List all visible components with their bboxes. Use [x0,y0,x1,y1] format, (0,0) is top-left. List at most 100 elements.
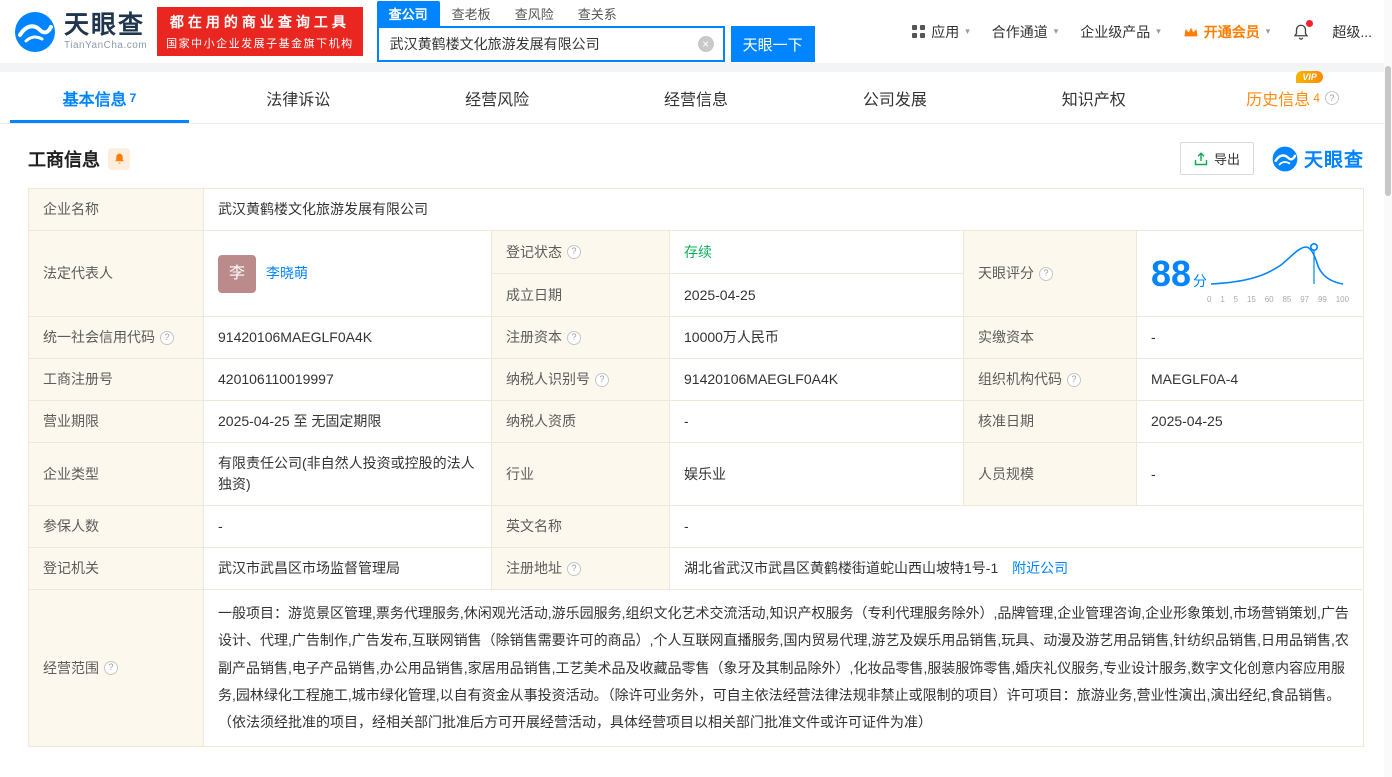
top-nav: 应用 ▾ 合作通道 ▾ 企业级产品 ▾ 开通会员 ▾ 超级... [911,19,1378,42]
nav-apps[interactable]: 应用 ▾ [911,22,970,42]
nav-open-vip[interactable]: 开通会员 ▾ [1183,22,1271,42]
info-icon[interactable]: ? [104,661,118,676]
field-value: MAEGLF0A-4 [1151,371,1239,387]
english-name-label: 英文名称 [491,505,670,548]
legal-rep-avatar[interactable]: 李 [218,254,256,293]
section-title: 工商信息 [28,149,100,170]
tianyancha-logo[interactable]: 天眼查 TianYanCha.com [14,11,147,53]
tab-history-info[interactable]: 历史信息 4 VIP ? [1193,70,1392,123]
tab-label: 公司发展 [862,91,927,109]
nav-apps-label: 应用 [931,23,960,40]
paid-capital-label: 实缴资本 [963,316,1137,359]
export-button[interactable]: 导出 [1179,142,1254,175]
field-label: 企业名称 [43,201,99,217]
field-value: 2025-04-25 [684,286,756,303]
brand-watermark: 天眼查 [1272,145,1364,172]
info-icon[interactable]: ? [160,330,174,345]
table-row: 统一社会信用代码 ? 91420106MAEGLF0A4K 注册资本 ? 100… [28,316,1364,359]
taxpayer-quality-value: - [669,400,964,443]
field-label: 行业 [506,465,534,482]
reg-authority-label: 登记机关 [28,547,204,590]
reg-address-label: 注册地址 ? [491,547,670,590]
tab-label: 经营信息 [664,91,729,109]
business-scope-value: 一般项目：游览景区管理,票务代理服务,休闲观光活动,游乐园服务,组织文化艺术交流… [203,588,1364,748]
scrollbar[interactable] [1384,0,1392,777]
field-label: 纳税人识别号 [506,371,590,387]
org-code-value: MAEGLF0A-4 [1136,358,1364,401]
credit-code-label: 统一社会信用代码 ? [28,316,204,359]
field-value: 91420106MAEGLF0A4K [684,371,839,387]
search-input[interactable] [378,28,723,60]
tab-lawsuits[interactable]: 法律诉讼 [199,72,398,123]
company-type-value: 有限责任公司(非自然人投资或控股的法人独资) [203,442,492,506]
paid-capital-value: - [1136,316,1364,359]
nav-super-vip[interactable]: 超级... [1332,22,1372,42]
reg-number-value: 420106110019997 [203,358,492,401]
info-icon[interactable]: ? [567,330,581,345]
score-chart-ticks: 0 1 5 15 60 85 97 99 100 [1207,295,1350,304]
approval-date-label: 核准日期 [963,400,1137,443]
info-icon[interactable]: ? [567,245,581,259]
nav-partner[interactable]: 合作通道 ▾ [992,22,1059,42]
info-icon[interactable]: ? [595,372,609,387]
tab-intellectual-property[interactable]: 知识产权 [994,72,1193,123]
nav-super-vip-label: 超级... [1332,23,1372,40]
field-value: 娱乐业 [684,465,726,482]
reg-authority-value: 武汉市武昌区市场监督管理局 [203,547,492,590]
nearby-companies-link[interactable]: 附近公司 [1012,560,1068,576]
info-icon[interactable]: ? [567,561,581,576]
tab-label: 知识产权 [1061,91,1126,109]
field-label: 企业类型 [43,465,99,482]
table-row: 登记机关 武汉市武昌区市场监督管理局 注册地址 ? 湖北省武汉市武昌区黄鹤楼街道… [28,547,1364,590]
nav-notifications[interactable] [1292,19,1314,41]
nav-enterprise-label: 企业级产品 [1080,23,1151,40]
tab-company-development[interactable]: 公司发展 [795,72,994,123]
english-name-value: - [669,505,1364,548]
tab-count: 7 [129,90,137,105]
credit-code-value: 91420106MAEGLF0A4K [203,316,492,359]
scrollbar-thumb[interactable] [1385,66,1391,196]
search-button[interactable]: 天眼一下 [730,26,815,62]
info-icon[interactable]: ? [1039,266,1053,281]
reg-capital-value: 10000万人民币 [669,316,964,359]
field-value: 一般项目：游览景区管理,票务代理服务,休闲观光活动,游乐园服务,组织文化艺术交流… [218,605,1349,731]
tab-operating-info[interactable]: 经营信息 [597,72,796,123]
search-tab-risk[interactable]: 查风险 [503,1,566,26]
clear-search-icon[interactable]: × [697,36,714,52]
industry-label: 行业 [491,442,670,506]
search-tab-relation[interactable]: 查关系 [566,1,629,26]
score-value: 88 分 0 1 5 15 60 85 97 99 100 [1136,230,1364,317]
export-label: 导出 [1213,152,1240,167]
legal-rep-link[interactable]: 李晓萌 [266,263,308,284]
company-type-label: 企业类型 [28,442,204,506]
subscribe-bell-icon[interactable] [108,147,130,170]
business-term-value: 2025-04-25 至 无固定期限 [203,400,492,443]
field-label: 法定代表人 [43,265,113,281]
score-unit: 分 [1193,272,1208,289]
field-label: 登记状态 [506,243,562,260]
tab-basic-info[interactable]: 基本信息 7 [0,72,199,123]
reg-capital-label: 注册资本 ? [491,316,670,359]
top-header: 天眼查 TianYanCha.com 都在用的商业查询工具 国家中小企业发展子基… [0,0,1392,63]
search-tab-company[interactable]: 查公司 [376,1,440,26]
search-tab-boss[interactable]: 查老板 [440,1,503,26]
search-tabs: 查公司 查老板 查风险 查关系 [376,1,815,26]
business-term-label: 营业期限 [28,400,204,443]
tab-count: 4 [1313,90,1320,105]
nav-enterprise[interactable]: 企业级产品 ▾ [1080,22,1161,42]
business-info-table: 企业名称 武汉黄鹤楼文化旅游发展有限公司 法定代表人 李 李晓萌 登记状态 ? … [28,188,1364,748]
field-value: 湖北省武汉市武昌区黄鹤楼街道蛇山西山坡特1号-1 [684,560,999,576]
chevron-down-icon: ▾ [1053,26,1059,36]
taxpayer-quality-label: 纳税人资质 [491,400,670,443]
info-icon[interactable]: ? [1067,372,1081,387]
field-value: 武汉黄鹤楼文化旅游发展有限公司 [218,201,428,217]
establish-date-label: 成立日期 [491,273,670,317]
field-label: 人员规模 [978,465,1034,482]
tab-operating-risk[interactable]: 经营风险 [398,72,597,123]
taxpayer-id-value: 91420106MAEGLF0A4K [669,358,964,401]
tianyancha-brand-icon [1272,146,1298,171]
chevron-down-icon: ▾ [1265,26,1271,36]
insured-count-label: 参保人数 [28,505,204,548]
field-value: 91420106MAEGLF0A4K [218,329,373,345]
info-icon[interactable]: ? [1324,90,1339,105]
